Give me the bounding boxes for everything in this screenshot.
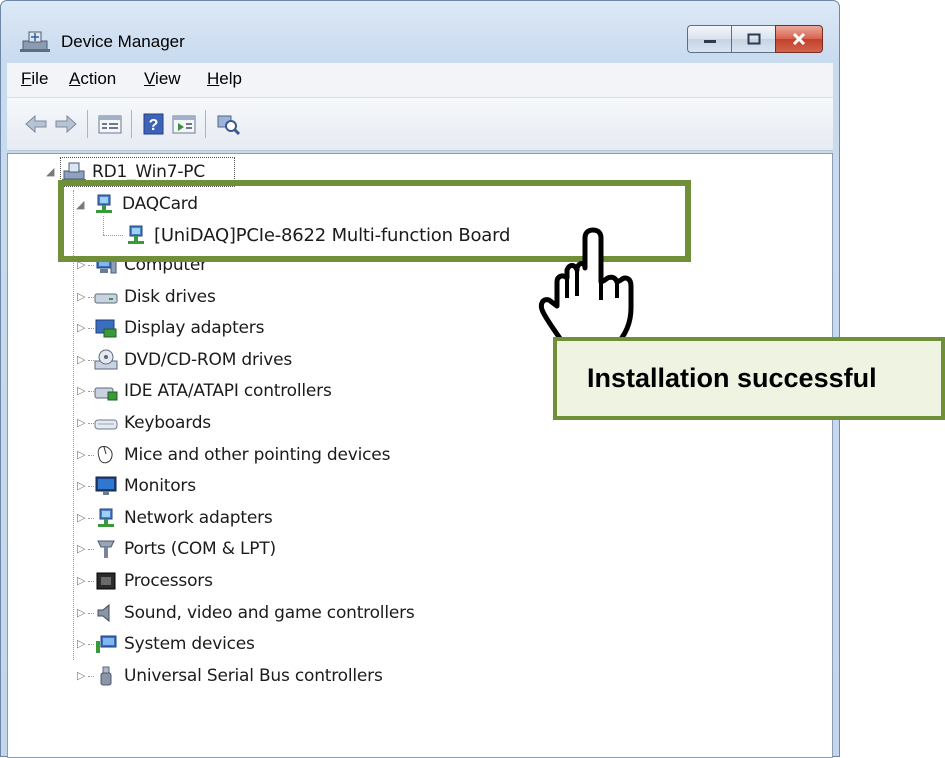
tree-item-label: DVD/CD-ROM drives: [124, 350, 293, 370]
pointing-hand-icon: [538, 227, 634, 349]
title-bar[interactable]: Device Manager: [1, 1, 839, 61]
tree-item-ports-com-lpt[interactable]: Ports (COM & LPT): [94, 534, 276, 564]
expand-arrow-icon[interactable]: ▷: [77, 542, 85, 555]
tree-item-keyboards[interactable]: Keyboards: [94, 408, 211, 438]
tree-item-mice-and-other-pointing-devices[interactable]: Mice and other pointing devices: [94, 440, 390, 470]
expand-arrow-icon[interactable]: ▷: [77, 384, 85, 397]
close-icon: [792, 33, 806, 45]
disk-drive-icon: [94, 293, 118, 304]
tree-item-ide-ata-atapi-controllers[interactable]: IDE ATA/ATAPI controllers: [94, 376, 332, 406]
tree-item-universal-serial-bus-controllers[interactable]: Universal Serial Bus controllers: [94, 661, 383, 691]
ide-controller-icon: [94, 387, 118, 401]
tree-item-label: System devices: [124, 634, 255, 654]
installation-callout: Installation successful: [553, 337, 945, 420]
expand-arrow-icon[interactable]: ▷: [77, 448, 85, 461]
menu-action[interactable]: Action: [69, 69, 116, 89]
tree-item-label: Ports (COM & LPT): [124, 539, 276, 559]
help-icon[interactable]: ?: [141, 112, 167, 136]
tree-item-label: IDE ATA/ATAPI controllers: [124, 381, 332, 401]
device-manager-icon: [20, 31, 50, 52]
expand-arrow-icon[interactable]: ▷: [77, 479, 85, 492]
usb-icon: [100, 666, 112, 686]
expand-arrow-icon[interactable]: ▷: [77, 669, 85, 682]
display-adapter-icon: [95, 319, 117, 338]
port-icon: [97, 540, 115, 558]
expand-arrow-icon[interactable]: ▷: [77, 290, 85, 303]
tree-item-label: Monitors: [124, 476, 196, 496]
maximize-button[interactable]: [731, 25, 775, 53]
tree-item-disk-drives[interactable]: Disk drives: [94, 282, 216, 312]
back-icon[interactable]: [23, 112, 49, 136]
tree-item-label: Universal Serial Bus controllers: [124, 666, 383, 686]
keyboard-icon: [94, 419, 118, 430]
maximize-icon: [747, 33, 760, 45]
menu-file[interactable]: File: [21, 69, 48, 89]
expand-arrow-icon[interactable]: ▷: [77, 606, 85, 619]
tree-item-label: Sound, video and game controllers: [124, 603, 415, 623]
tree-item-sound-video-and-game-controllers[interactable]: Sound, video and game controllers: [94, 598, 415, 628]
tree-item-system-devices[interactable]: System devices: [94, 629, 255, 659]
expand-arrow-icon[interactable]: ▷: [77, 637, 85, 650]
tree-item-label: Display adapters: [124, 318, 265, 338]
expand-arrow-icon[interactable]: ▷: [77, 511, 85, 524]
window-title: Device Manager: [61, 32, 185, 51]
system-devices-icon: [96, 635, 117, 653]
tree-item-label: Network adapters: [124, 508, 273, 528]
tree-item-label: Processors: [124, 571, 213, 591]
tree-item-display-adapters[interactable]: Display adapters: [94, 313, 264, 343]
expand-arrow-icon[interactable]: ▷: [77, 416, 85, 429]
monitor-icon: [95, 476, 117, 495]
expand-arrow-icon[interactable]: ▷: [77, 353, 85, 366]
minimize-button[interactable]: [687, 25, 731, 53]
sound-icon: [97, 603, 110, 623]
menu-view[interactable]: View: [144, 69, 181, 89]
callout-text: Installation successful: [587, 363, 877, 393]
minimize-icon: [703, 40, 716, 43]
dvd-drive-icon: [94, 349, 118, 370]
tree-item-label: Mice and other pointing devices: [124, 445, 391, 465]
properties-icon[interactable]: [97, 112, 123, 136]
tree-item-processors[interactable]: Processors: [94, 566, 213, 596]
menu-bar: File Action View Help: [7, 63, 833, 98]
expand-arrow-icon[interactable]: ▷: [77, 321, 85, 334]
tree-item-network-adapters[interactable]: Network adapters: [94, 503, 273, 533]
menu-help[interactable]: Help: [207, 69, 242, 89]
close-button[interactable]: [775, 25, 823, 53]
tree-item-label: Disk drives: [124, 287, 216, 307]
collapse-arrow-icon[interactable]: ◢: [46, 165, 54, 178]
tree-item-monitors[interactable]: Monitors: [94, 471, 196, 501]
tree-item-dvd-cd-rom-drives[interactable]: DVD/CD-ROM drives: [94, 345, 292, 375]
toolbar: ?: [7, 98, 833, 151]
processor-icon: [96, 572, 116, 590]
scan-hardware-icon[interactable]: [215, 112, 241, 136]
forward-icon[interactable]: [53, 112, 79, 136]
mouse-icon: [97, 446, 113, 464]
tree-item-label: Keyboards: [124, 413, 211, 433]
svg-text:?: ?: [149, 117, 159, 134]
network-adapter-icon: [98, 508, 114, 527]
details-icon[interactable]: [171, 112, 197, 136]
expand-arrow-icon[interactable]: ▷: [77, 574, 85, 587]
